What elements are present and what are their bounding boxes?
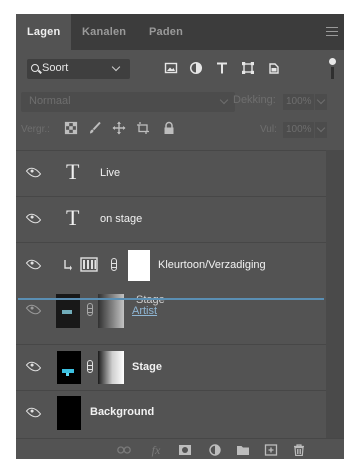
- chevron-down-icon: [316, 95, 326, 105]
- lock-brush-icon[interactable]: [88, 121, 102, 135]
- chevron-down-icon: [219, 95, 229, 105]
- layer-row-stage[interactable]: Stage: [16, 344, 326, 390]
- layer-thumbnail[interactable]: [57, 351, 81, 384]
- visibility-eye-icon[interactable]: [25, 210, 42, 227]
- trash-icon[interactable]: [292, 444, 306, 456]
- layer-row-live[interactable]: T Live: [16, 150, 326, 196]
- panel-tab-bar: Lagen Kanalen Paden: [16, 14, 344, 50]
- lock-label: Vergr.:: [21, 124, 50, 135]
- layers-bottom-toolbar: fx: [16, 438, 344, 459]
- fill-dropdown[interactable]: [315, 122, 327, 138]
- blend-mode-select[interactable]: Normaal: [21, 92, 235, 112]
- adjustment-icon[interactable]: [208, 444, 222, 456]
- search-icon: [31, 64, 39, 72]
- mask-icon[interactable]: [178, 444, 192, 456]
- hue-saturation-icon: [80, 257, 98, 272]
- visibility-eye-icon[interactable]: [25, 256, 42, 273]
- layer-name: Background: [90, 406, 155, 418]
- text-layer-icon: T: [66, 205, 80, 230]
- opacity-label: Dekking:: [233, 94, 276, 106]
- clipping-mask-arrow-icon: [64, 260, 72, 271]
- layer-row-background[interactable]: Background: [16, 390, 326, 436]
- smart-object-filter-icon[interactable]: [267, 61, 281, 75]
- visibility-eye-icon[interactable]: [25, 404, 42, 421]
- filter-toggle[interactable]: [329, 58, 336, 80]
- new-layer-icon[interactable]: [264, 444, 278, 456]
- filter-kind-label: Soort: [42, 62, 69, 74]
- link-icon[interactable]: [117, 444, 131, 456]
- opacity-dropdown[interactable]: [315, 94, 327, 110]
- visibility-eye-icon[interactable]: [25, 301, 42, 318]
- layer-row-kleurtoon[interactable]: Kleurtoon/Verzadiging: [16, 242, 326, 288]
- chevron-down-icon: [111, 62, 121, 72]
- layer-thumbnail[interactable]: [57, 396, 81, 430]
- lock-artboard-icon[interactable]: [136, 121, 150, 135]
- blend-mode-label: Normaal: [29, 95, 71, 107]
- tab-kanalen[interactable]: Kanalen: [82, 14, 126, 50]
- link-chain-icon[interactable]: [111, 258, 117, 271]
- layer-name: on stage: [100, 213, 143, 225]
- text-layer-icon: T: [66, 159, 80, 184]
- layer-name: Stage: [132, 361, 162, 373]
- layer-subname: Artist: [132, 305, 158, 317]
- layers-list: T Live T on stage Kleurtoon/Verzadiging: [16, 150, 326, 440]
- visibility-eye-icon[interactable]: [25, 358, 42, 375]
- layer-row-on-stage[interactable]: T on stage: [16, 196, 326, 242]
- tab-paden[interactable]: Paden: [149, 14, 183, 50]
- layers-scrollbar[interactable]: [326, 150, 344, 440]
- type-filter-icon[interactable]: [215, 61, 229, 75]
- fill-field[interactable]: 100%: [283, 122, 314, 138]
- layer-name: Kleurtoon/Verzadiging: [158, 259, 266, 271]
- opacity-field[interactable]: 100%: [283, 94, 314, 110]
- adjustment-filter-icon[interactable]: [189, 61, 203, 75]
- layer-mask-thumbnail[interactable]: [98, 351, 124, 384]
- tab-lagen[interactable]: Lagen: [16, 14, 71, 50]
- visibility-eye-icon[interactable]: [25, 164, 42, 181]
- link-chain-icon: [87, 303, 93, 316]
- layer-mask-thumbnail[interactable]: [128, 250, 150, 281]
- shape-filter-icon[interactable]: [241, 61, 255, 75]
- lock-move-icon[interactable]: [112, 121, 126, 135]
- fx-icon[interactable]: fx: [149, 444, 163, 456]
- fill-label: Vul:: [260, 124, 277, 135]
- lock-transparency-icon[interactable]: [64, 121, 78, 135]
- image-filter-icon[interactable]: [164, 61, 178, 75]
- layers-panel: Lagen Kanalen Paden Soort Normaal Dekkin…: [16, 14, 344, 459]
- link-chain-icon[interactable]: [87, 360, 93, 373]
- lock-all-icon[interactable]: [162, 121, 176, 135]
- chevron-down-icon: [316, 123, 326, 133]
- panel-menu-icon[interactable]: [326, 27, 338, 36]
- layer-name: Live: [100, 167, 121, 179]
- group-folder-icon[interactable]: [236, 444, 250, 456]
- drag-drop-indicator: [18, 298, 324, 300]
- layer-row-stage-dragging[interactable]: Stage Artist: [16, 288, 326, 334]
- filter-kind-select[interactable]: Soort: [27, 59, 130, 79]
